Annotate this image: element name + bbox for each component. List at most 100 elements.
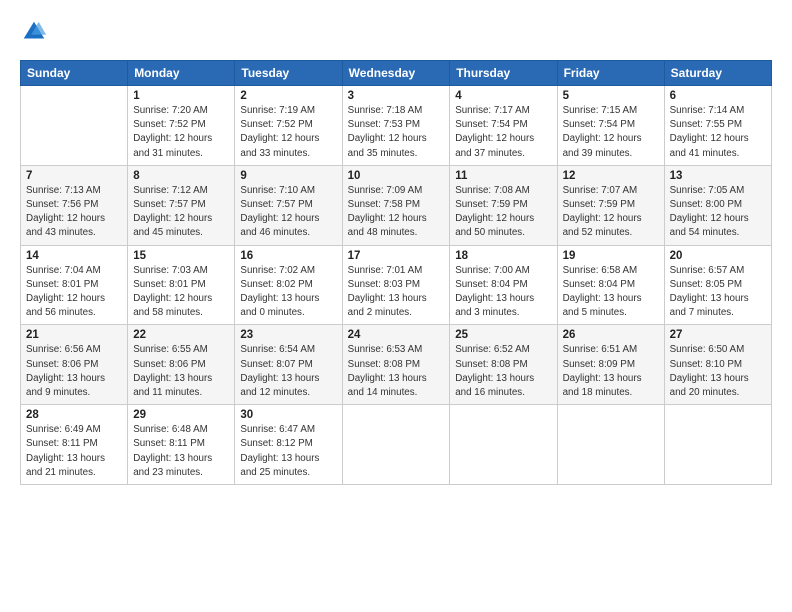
day-info: Sunrise: 7:04 AMSunset: 8:01 PMDaylight:… <box>26 264 122 321</box>
day-info: Sunrise: 6:51 AMSunset: 8:09 PMDaylight:… <box>563 343 659 400</box>
calendar-day-cell: 5 Sunrise: 7:15 AMSunset: 7:54 PMDaylight… <box>557 86 664 166</box>
header <box>20 18 772 46</box>
calendar-day-cell: 26 Sunrise: 6:51 AMSunset: 8:09 PMDayligh… <box>557 325 664 405</box>
day-number: 18 <box>455 250 551 262</box>
logo-icon <box>20 18 48 46</box>
day-number: 10 <box>348 170 445 182</box>
day-info: Sunrise: 7:19 AMSunset: 7:52 PMDaylight:… <box>240 104 336 161</box>
day-number: 21 <box>26 329 122 341</box>
calendar-day-cell: 14 Sunrise: 7:04 AMSunset: 8:01 PMDayligh… <box>21 245 128 325</box>
day-number: 12 <box>563 170 659 182</box>
calendar-week-row: 1 Sunrise: 7:20 AMSunset: 7:52 PMDaylight… <box>21 86 772 166</box>
weekday-header: Friday <box>557 61 664 86</box>
calendar-day-cell: 8 Sunrise: 7:12 AMSunset: 7:57 PMDaylight… <box>128 165 235 245</box>
calendar-day-cell: 12 Sunrise: 7:07 AMSunset: 7:59 PMDayligh… <box>557 165 664 245</box>
calendar-day-cell: 7 Sunrise: 7:13 AMSunset: 7:56 PMDaylight… <box>21 165 128 245</box>
calendar-week-row: 28 Sunrise: 6:49 AMSunset: 8:11 PMDayligh… <box>21 405 772 485</box>
weekday-header: Wednesday <box>342 61 450 86</box>
day-number: 16 <box>240 250 336 262</box>
logo <box>20 18 52 46</box>
day-number: 3 <box>348 90 445 102</box>
day-info: Sunrise: 6:55 AMSunset: 8:06 PMDaylight:… <box>133 343 229 400</box>
calendar-day-cell: 24Sunrise: 6:53 AMSunset: 8:08 PMDayligh… <box>342 325 450 405</box>
weekday-header: Monday <box>128 61 235 86</box>
day-info: Sunrise: 7:03 AMSunset: 8:01 PMDaylight:… <box>133 264 229 321</box>
day-info: Sunrise: 7:07 AMSunset: 7:59 PMDaylight:… <box>563 184 659 241</box>
day-number: 28 <box>26 409 122 421</box>
day-number: 29 <box>133 409 229 421</box>
calendar-day-cell: 2 Sunrise: 7:19 AMSunset: 7:52 PMDaylight… <box>235 86 342 166</box>
calendar-table: SundayMondayTuesdayWednesdayThursdayFrid… <box>20 60 772 485</box>
calendar-week-row: 7 Sunrise: 7:13 AMSunset: 7:56 PMDaylight… <box>21 165 772 245</box>
day-info: Sunrise: 7:05 AMSunset: 8:00 PMDaylight:… <box>670 184 766 241</box>
day-info: Sunrise: 6:48 AMSunset: 8:11 PMDaylight:… <box>133 423 229 480</box>
day-info: Sunrise: 7:08 AMSunset: 7:59 PMDaylight:… <box>455 184 551 241</box>
day-info: Sunrise: 7:01 AMSunset: 8:03 PMDaylight:… <box>348 264 445 321</box>
calendar-day-cell: 23 Sunrise: 6:54 AMSunset: 8:07 PMDayligh… <box>235 325 342 405</box>
calendar-day-cell: 22Sunrise: 6:55 AMSunset: 8:06 PMDayligh… <box>128 325 235 405</box>
calendar-day-cell: 3 Sunrise: 7:18 AMSunset: 7:53 PMDaylight… <box>342 86 450 166</box>
day-number: 5 <box>563 90 659 102</box>
calendar-day-cell: 28 Sunrise: 6:49 AMSunset: 8:11 PMDayligh… <box>21 405 128 485</box>
day-number: 17 <box>348 250 445 262</box>
calendar-week-row: 21 Sunrise: 6:56 AMSunset: 8:06 PMDayligh… <box>21 325 772 405</box>
day-number: 30 <box>240 409 336 421</box>
day-number: 25 <box>455 329 551 341</box>
day-info: Sunrise: 7:00 AMSunset: 8:04 PMDaylight:… <box>455 264 551 321</box>
day-number: 14 <box>26 250 122 262</box>
page: SundayMondayTuesdayWednesdayThursdayFrid… <box>0 0 792 495</box>
day-info: Sunrise: 7:20 AMSunset: 7:52 PMDaylight:… <box>133 104 229 161</box>
calendar-day-cell: 25 Sunrise: 6:52 AMSunset: 8:08 PMDayligh… <box>450 325 557 405</box>
calendar-day-cell: 17 Sunrise: 7:01 AMSunset: 8:03 PMDayligh… <box>342 245 450 325</box>
calendar-day-cell: 16Sunrise: 7:02 AMSunset: 8:02 PMDayligh… <box>235 245 342 325</box>
day-number: 11 <box>455 170 551 182</box>
calendar-header-row: SundayMondayTuesdayWednesdayThursdayFrid… <box>21 61 772 86</box>
day-info: Sunrise: 7:15 AMSunset: 7:54 PMDaylight:… <box>563 104 659 161</box>
calendar-day-cell: 11 Sunrise: 7:08 AMSunset: 7:59 PMDayligh… <box>450 165 557 245</box>
day-number: 2 <box>240 90 336 102</box>
day-info: Sunrise: 6:58 AMSunset: 8:04 PMDaylight:… <box>563 264 659 321</box>
calendar-day-cell: 9 Sunrise: 7:10 AMSunset: 7:57 PMDaylight… <box>235 165 342 245</box>
weekday-header: Tuesday <box>235 61 342 86</box>
day-info: Sunrise: 7:13 AMSunset: 7:56 PMDaylight:… <box>26 184 122 241</box>
day-info: Sunrise: 7:17 AMSunset: 7:54 PMDaylight:… <box>455 104 551 161</box>
day-info: Sunrise: 7:10 AMSunset: 7:57 PMDaylight:… <box>240 184 336 241</box>
calendar-day-cell <box>450 405 557 485</box>
day-info: Sunrise: 6:57 AMSunset: 8:05 PMDaylight:… <box>670 264 766 321</box>
calendar-day-cell: 20Sunrise: 6:57 AMSunset: 8:05 PMDayligh… <box>664 245 771 325</box>
day-info: Sunrise: 6:53 AMSunset: 8:08 PMDaylight:… <box>348 343 445 400</box>
calendar-day-cell <box>342 405 450 485</box>
day-number: 19 <box>563 250 659 262</box>
day-info: Sunrise: 6:50 AMSunset: 8:10 PMDaylight:… <box>670 343 766 400</box>
calendar-day-cell: 21 Sunrise: 6:56 AMSunset: 8:06 PMDayligh… <box>21 325 128 405</box>
calendar-day-cell <box>21 86 128 166</box>
day-number: 27 <box>670 329 766 341</box>
calendar-day-cell: 13 Sunrise: 7:05 AMSunset: 8:00 PMDayligh… <box>664 165 771 245</box>
day-info: Sunrise: 7:14 AMSunset: 7:55 PMDaylight:… <box>670 104 766 161</box>
day-number: 26 <box>563 329 659 341</box>
calendar-day-cell: 1 Sunrise: 7:20 AMSunset: 7:52 PMDaylight… <box>128 86 235 166</box>
calendar-week-row: 14 Sunrise: 7:04 AMSunset: 8:01 PMDayligh… <box>21 245 772 325</box>
calendar-day-cell: 30 Sunrise: 6:47 AMSunset: 8:12 PMDayligh… <box>235 405 342 485</box>
day-number: 4 <box>455 90 551 102</box>
day-info: Sunrise: 6:49 AMSunset: 8:11 PMDaylight:… <box>26 423 122 480</box>
day-number: 6 <box>670 90 766 102</box>
day-number: 9 <box>240 170 336 182</box>
day-info: Sunrise: 6:47 AMSunset: 8:12 PMDaylight:… <box>240 423 336 480</box>
day-info: Sunrise: 6:52 AMSunset: 8:08 PMDaylight:… <box>455 343 551 400</box>
day-number: 7 <box>26 170 122 182</box>
day-number: 8 <box>133 170 229 182</box>
day-number: 15 <box>133 250 229 262</box>
day-info: Sunrise: 7:18 AMSunset: 7:53 PMDaylight:… <box>348 104 445 161</box>
day-info: Sunrise: 7:09 AMSunset: 7:58 PMDaylight:… <box>348 184 445 241</box>
weekday-header: Sunday <box>21 61 128 86</box>
day-number: 1 <box>133 90 229 102</box>
day-info: Sunrise: 6:54 AMSunset: 8:07 PMDaylight:… <box>240 343 336 400</box>
day-info: Sunrise: 6:56 AMSunset: 8:06 PMDaylight:… <box>26 343 122 400</box>
day-number: 13 <box>670 170 766 182</box>
weekday-header: Thursday <box>450 61 557 86</box>
calendar-day-cell: 27 Sunrise: 6:50 AMSunset: 8:10 PMDayligh… <box>664 325 771 405</box>
day-number: 23 <box>240 329 336 341</box>
day-info: Sunrise: 7:12 AMSunset: 7:57 PMDaylight:… <box>133 184 229 241</box>
weekday-header: Saturday <box>664 61 771 86</box>
